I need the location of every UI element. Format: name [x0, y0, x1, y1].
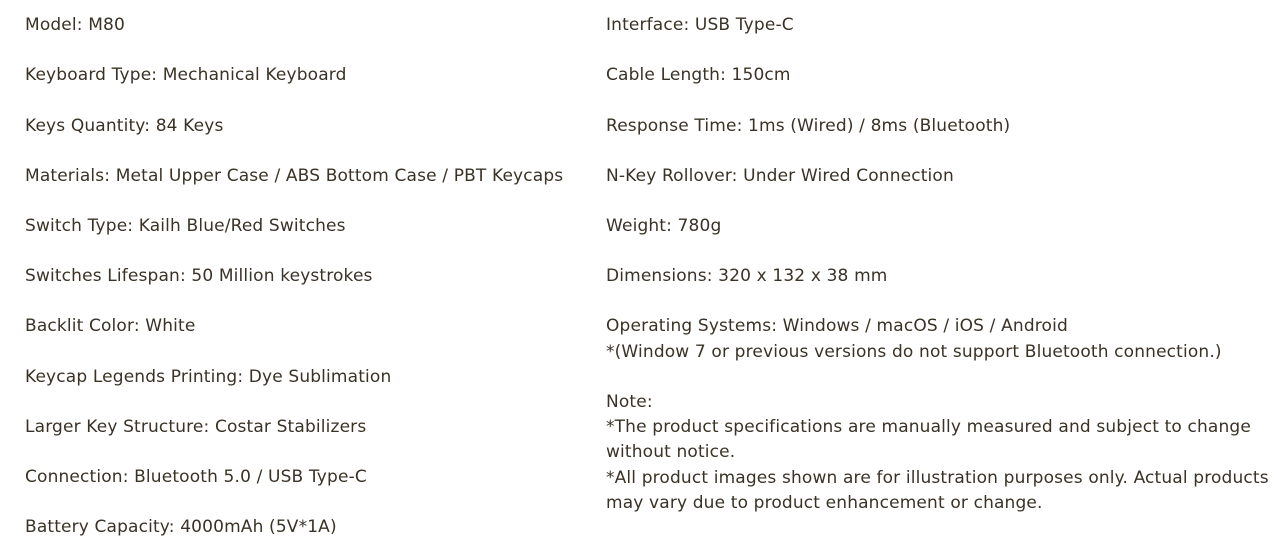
spec-switches-lifespan: Switches Lifespan: 50 Million keystrokes: [25, 266, 373, 286]
spec-n-key-rollover: N-Key Rollover: Under Wired Connection: [606, 166, 954, 186]
os-footnote: *(Window 7 or previous versions do not s…: [606, 342, 1222, 362]
note-line: *The product specifications are manually…: [606, 417, 1251, 438]
spec-connection: Connection: Bluetooth 5.0 / USB Type-C: [25, 467, 367, 487]
spec-battery-capacity: Battery Capacity: 4000mAh (5V*1A): [25, 517, 337, 537]
spec-keycap-legends: Keycap Legends Printing: Dye Sublimation: [25, 367, 392, 387]
spec-larger-key-structure: Larger Key Structure: Costar Stabilizers: [25, 417, 367, 437]
spec-materials: Materials: Metal Upper Case / ABS Bottom…: [25, 166, 564, 186]
spec-keyboard-type: Keyboard Type: Mechanical Keyboard: [25, 65, 347, 85]
spec-model: Model: M80: [25, 15, 125, 35]
note-heading: Note:: [606, 392, 653, 412]
note-block: Note: *The product specifications are ma…: [606, 390, 1269, 516]
spec-cable-length: Cable Length: 150cm: [606, 65, 791, 85]
spec-operating-systems: Operating Systems: Windows / macOS / iOS…: [606, 316, 1068, 336]
spec-switch-type: Switch Type: Kailh Blue/Red Switches: [25, 216, 346, 236]
note-line: may vary due to product enhancement or c…: [606, 492, 1043, 513]
spec-backlit-color: Backlit Color: White: [25, 316, 196, 336]
note-line: *All product images shown are for illust…: [606, 467, 1269, 488]
spec-weight: Weight: 780g: [606, 216, 722, 236]
spec-dimensions: Dimensions: 320 x 132 x 38 mm: [606, 266, 888, 286]
note-line: without notice.: [606, 442, 736, 463]
spec-response-time: Response Time: 1ms (Wired) / 8ms (Blueto…: [606, 116, 1011, 136]
spec-keys-quantity: Keys Quantity: 84 Keys: [25, 116, 224, 136]
spec-interface: Interface: USB Type-C: [606, 15, 794, 35]
